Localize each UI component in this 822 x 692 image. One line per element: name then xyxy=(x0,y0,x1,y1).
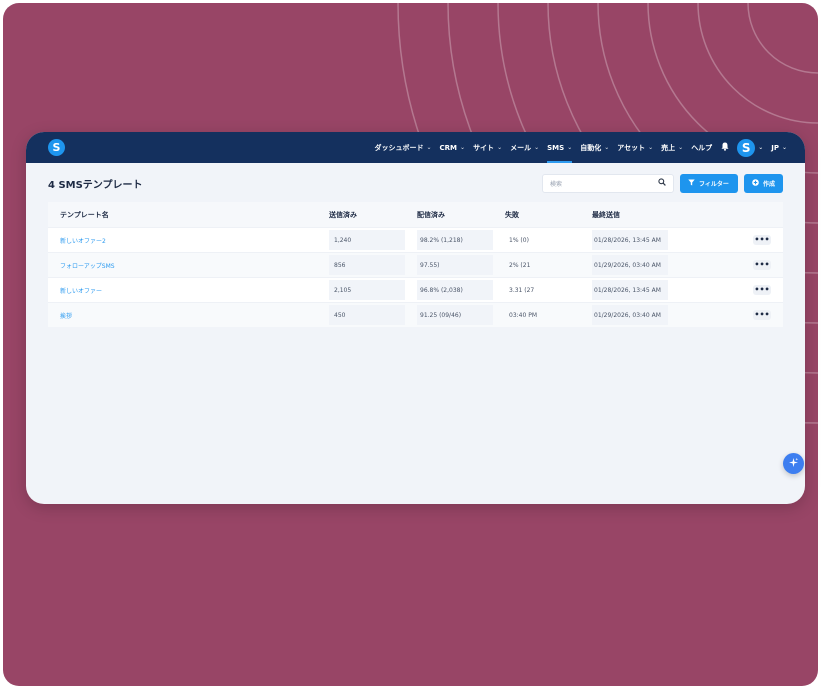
nav-item-sms[interactable]: SMS ⌄ xyxy=(547,132,573,163)
search-icon[interactable] xyxy=(658,178,666,188)
language-selector[interactable]: JP xyxy=(771,144,779,152)
chevron-down-icon[interactable]: ⌄ xyxy=(758,144,763,151)
nav-item-email[interactable]: メール ⌄ xyxy=(510,132,539,163)
template-name-link[interactable]: 挨拶 xyxy=(60,311,72,320)
last-sent-time: 01/28/2026, 13:45 AM xyxy=(594,236,661,244)
sms-templates-table: テンプレート名 送信済み 配信済み 失敗 最終送信 新しいオファー2 1,240… xyxy=(48,202,783,327)
template-name-link[interactable]: フォローアップSMS xyxy=(60,261,115,270)
chevron-down-icon: ⌄ xyxy=(604,144,610,151)
sent-count: 856 xyxy=(334,261,346,269)
nav-item-dashboard[interactable]: ダッシュボード ⌄ xyxy=(375,132,432,163)
last-sent-time: 01/29/2026, 03:40 AM xyxy=(594,311,661,319)
create-button-label: 作成 xyxy=(763,180,776,188)
last-sent-time: 01/29/2026, 03:40 AM xyxy=(594,261,661,269)
chevron-down-icon: ⌄ xyxy=(567,144,573,151)
more-actions-button[interactable]: ••• xyxy=(753,285,771,295)
chevron-down-icon: ⌄ xyxy=(534,144,540,151)
table-row[interactable]: 新しいオファー2 1,240 98.2% (1,218) 1% (0) 01/2… xyxy=(48,227,783,252)
failed-rate: 1% (0) xyxy=(509,236,529,244)
sent-count: 2,105 xyxy=(334,286,352,294)
chevron-down-icon: ⌄ xyxy=(678,144,684,151)
chevron-down-icon: ⌄ xyxy=(426,144,432,151)
delivered-rate: 96.8% (2,038) xyxy=(420,286,463,294)
column-header-failed[interactable]: 失敗 xyxy=(505,210,519,220)
avatar[interactable]: S xyxy=(737,138,756,157)
app-window: S ダッシュボード ⌄ CRM ⌄ サイト ⌄ メール ⌄ SMS ⌄ 自動化 ⌄ アセット… xyxy=(26,132,805,504)
delivered-rate: 98.2% (1,218) xyxy=(420,236,463,244)
column-header-last-sent[interactable]: 最終送信 xyxy=(592,210,620,220)
main-nav: ダッシュボード ⌄ CRM ⌄ サイト ⌄ メール ⌄ SMS ⌄ 自動化 ⌄ アセット ⌄ … xyxy=(367,132,787,163)
filter-icon xyxy=(688,179,695,188)
last-sent-time: 01/28/2026, 13:45 AM xyxy=(594,286,661,294)
nav-item-assets[interactable]: アセット ⌄ xyxy=(617,132,653,163)
bell-icon[interactable] xyxy=(721,142,729,153)
chevron-down-icon[interactable]: ⌄ xyxy=(782,144,787,151)
column-header-sent[interactable]: 送信済み xyxy=(329,210,357,220)
more-actions-button[interactable]: ••• xyxy=(753,235,771,245)
sent-count: 450 xyxy=(334,311,346,319)
template-name-link[interactable]: 新しいオファー xyxy=(60,286,102,295)
delivered-rate: 91.25 (09/46) xyxy=(420,311,462,319)
nav-item-crm[interactable]: CRM ⌄ xyxy=(440,132,466,163)
logo[interactable]: S xyxy=(48,139,65,156)
filter-button-label: フィルター xyxy=(699,180,729,188)
chevron-down-icon: ⌄ xyxy=(497,144,503,151)
template-name-link[interactable]: 新しいオファー2 xyxy=(60,236,106,245)
failed-rate: 3.31 (27 xyxy=(509,286,535,294)
failed-rate: 03:40 PM xyxy=(509,311,537,319)
assistant-fab[interactable] xyxy=(783,453,804,474)
nav-item-sales[interactable]: 売上 ⌄ xyxy=(661,132,683,163)
nav-item-automation[interactable]: 自動化 ⌄ xyxy=(580,132,609,163)
more-actions-button[interactable]: ••• xyxy=(753,310,771,320)
delivered-rate: 97.55) xyxy=(420,261,440,269)
sent-count: 1,240 xyxy=(334,236,352,244)
column-header-delivered[interactable]: 配信済み xyxy=(417,210,445,220)
table-header: テンプレート名 送信済み 配信済み 失敗 最終送信 xyxy=(48,202,783,227)
nav-item-sites[interactable]: サイト ⌄ xyxy=(473,132,502,163)
plus-circle-icon xyxy=(752,178,759,188)
page-title: 4 SMSテンプレート xyxy=(48,179,143,191)
chevron-down-icon: ⌄ xyxy=(460,144,466,151)
sparkle-icon xyxy=(788,457,799,471)
table-row[interactable]: 挨拶 450 91.25 (09/46) 03:40 PM 01/29/2026… xyxy=(48,302,783,327)
search-placeholder: 検索 xyxy=(550,180,563,188)
table-row[interactable]: フォローアップSMS 856 97.55) 2% (21 01/29/2026,… xyxy=(48,252,783,277)
create-button[interactable]: 作成 xyxy=(744,173,783,193)
page-toolbar: 4 SMSテンプレート 検索 フィルター 作成 xyxy=(48,173,783,193)
more-actions-button[interactable]: ••• xyxy=(753,260,771,270)
filter-button[interactable]: フィルター xyxy=(680,173,738,193)
failed-rate: 2% (21 xyxy=(509,261,531,269)
table-row[interactable]: 新しいオファー 2,105 96.8% (2,038) 3.31 (27 01/… xyxy=(48,277,783,302)
chevron-down-icon: ⌄ xyxy=(648,144,654,151)
search-input[interactable]: 検索 xyxy=(542,173,674,193)
column-header-name[interactable]: テンプレート名 xyxy=(60,210,109,220)
top-navbar: S ダッシュボード ⌄ CRM ⌄ サイト ⌄ メール ⌄ SMS ⌄ 自動化 ⌄ アセット… xyxy=(26,132,805,163)
nav-item-help[interactable]: ヘルプ xyxy=(691,132,712,163)
